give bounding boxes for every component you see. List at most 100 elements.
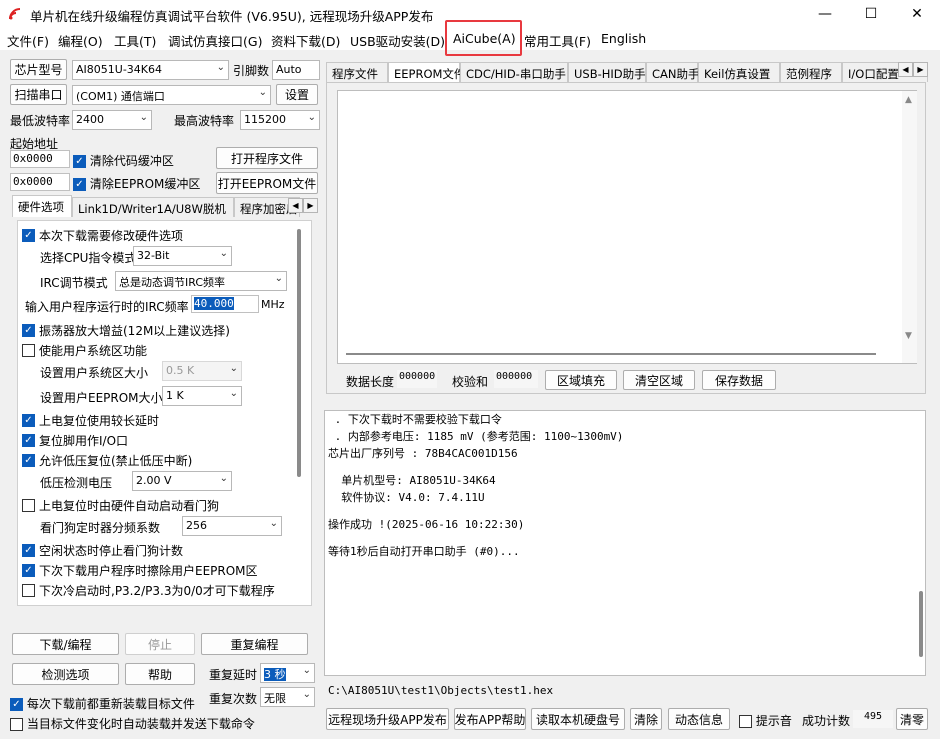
tab-examples[interactable]: 范例程序 <box>780 62 842 82</box>
publish-app-help-button[interactable]: 发布APP帮助 <box>454 708 526 730</box>
scroll-down-icon[interactable]: ▼ <box>905 331 912 341</box>
menu-file[interactable]: 文件(F) <box>7 31 49 50</box>
eeprom-vscroll[interactable]: ▲ ▼ <box>902 91 917 363</box>
tab-eeprom-file[interactable]: EEPROM文件 <box>388 62 465 82</box>
modify-hw-checkbox[interactable]: ✓ 本次下载需要修改硬件选项 <box>22 227 183 244</box>
long-delay-checkbox[interactable]: ✓ 上电复位使用较长延时 <box>22 412 159 429</box>
user-sys-checkbox[interactable]: 使能用户系统区功能 <box>22 342 147 359</box>
check-options-button[interactable]: 检测选项 <box>12 663 119 685</box>
menu-tools[interactable]: 工具(T) <box>114 31 156 50</box>
min-baud-label: 最低波特率 <box>10 114 71 128</box>
tab-scroll-right-icon[interactable]: ▶ <box>303 198 318 213</box>
menu-download[interactable]: 资料下载(D) <box>271 31 340 50</box>
checkbox-checked-icon: ✓ <box>73 178 86 191</box>
menu-debug[interactable]: 调试仿真接口(G) <box>168 31 262 50</box>
eeprom-size-select[interactable]: 1 K ⌄ <box>162 386 242 406</box>
port-settings-button[interactable]: 设置 <box>276 84 318 105</box>
beep-checkbox[interactable]: 提示音 <box>739 712 792 729</box>
minimize-icon[interactable]: — <box>802 0 848 28</box>
maximize-icon[interactable]: ☐ <box>848 0 894 28</box>
repeat-program-button[interactable]: 重复编程 <box>201 633 308 655</box>
reset-count-button[interactable]: 清零 <box>896 708 928 730</box>
code-address-input[interactable]: 0x0000 <box>10 150 70 168</box>
tab-offline-programmer[interactable]: Link1D/Writer1A/U8W脱机 <box>72 197 234 217</box>
repeat-count-select[interactable]: 无限 ⌄ <box>260 687 315 707</box>
user-sys-size-select[interactable]: 0.5 K ⌄ <box>162 361 242 381</box>
max-baud-value: 115200 <box>244 113 286 126</box>
osc-gain-checkbox[interactable]: ✓ 振荡器放大增益(12M以上建议选择) <box>22 322 230 339</box>
clear-log-button[interactable]: 清除 <box>630 708 662 730</box>
read-disk-id-button[interactable]: 读取本机硬盘号 <box>531 708 625 730</box>
cpu-mode-select[interactable]: 32-Bit ⌄ <box>133 246 232 266</box>
low-volt-reset-checkbox[interactable]: ✓ 允许低压复位(禁止低压中断) <box>22 452 192 469</box>
eeprom-data-area[interactable]: ▲ ▼ <box>337 90 917 364</box>
log-line: 单片机型号: AI8051U-34K64 <box>328 474 496 487</box>
wdt-idle-checkbox[interactable]: ✓ 空闲状态时停止看门狗计数 <box>22 542 183 559</box>
scroll-up-icon[interactable]: ▲ <box>905 95 912 105</box>
success-count-value: 495 <box>853 710 893 728</box>
clear-eeprom-checkbox[interactable]: ✓ 清除EEPROM缓冲区 <box>73 175 200 192</box>
publish-app-button[interactable]: 远程现场升级APP发布 <box>326 708 449 730</box>
clear-area-button[interactable]: 清空区域 <box>623 370 695 390</box>
checkbox-checked-icon: ✓ <box>22 324 35 337</box>
hw-panel-scrollbar[interactable] <box>297 229 301 477</box>
log-scrollbar[interactable] <box>919 591 923 657</box>
p32p33-label: 下次冷启动时,P3.2/P3.3为0/0才可下载程序 <box>39 584 275 598</box>
fill-area-button[interactable]: 区域填充 <box>545 370 617 390</box>
wdt-auto-label: 上电复位时由硬件自动启动看门狗 <box>39 499 220 513</box>
log-output[interactable]: . 下次下载时不需要校验下载口令 . 内部参考电压: 1185 mV (参考范围… <box>324 410 926 676</box>
wdt-div-select[interactable]: 256 ⌄ <box>182 516 282 536</box>
close-icon[interactable]: ✕ <box>894 0 940 28</box>
clear-code-checkbox[interactable]: ✓ 清除代码缓冲区 <box>73 152 174 169</box>
open-eeprom-file-button[interactable]: 打开EEPROM文件 <box>216 172 318 194</box>
p32p33-checkbox[interactable]: 下次冷启动时,P3.2/P3.3为0/0才可下载程序 <box>22 582 275 599</box>
menu-program[interactable]: 编程(O) <box>58 31 103 50</box>
repeat-delay-select[interactable]: 3 秒 ⌄ <box>260 663 315 683</box>
scan-port-button[interactable]: 扫描串口 <box>10 84 67 105</box>
irc-mode-select[interactable]: 总是动态调节IRC频率 ⌄ <box>115 271 287 291</box>
wdt-div-label: 看门狗定时器分频系数 <box>40 521 161 535</box>
beep-label: 提示音 <box>755 714 792 728</box>
eeprom-address-input[interactable]: 0x0000 <box>10 173 70 191</box>
reload-checkbox[interactable]: ✓ 每次下载前都重新装载目标文件 <box>10 695 195 712</box>
wdt-auto-checkbox[interactable]: 上电复位时由硬件自动启动看门狗 <box>22 497 219 514</box>
repeat-delay-value: 3 秒 <box>264 668 286 681</box>
low-volt-row: 低压检测电压 <box>40 474 112 491</box>
low-volt-select[interactable]: 2.00 V ⌄ <box>132 471 232 491</box>
clear-eeprom-label: 清除EEPROM缓冲区 <box>89 177 201 191</box>
open-program-file-button[interactable]: 打开程序文件 <box>216 147 318 169</box>
tab-cdc-serial[interactable]: CDC/HID-串口助手 <box>460 62 568 82</box>
tab-can[interactable]: CAN助手 <box>646 62 700 82</box>
irc-frequency-input[interactable]: 40.000 <box>191 295 259 313</box>
auto-send-checkbox[interactable]: 当目标文件变化时自动装载并发送下载命令 <box>10 715 255 732</box>
tab-scroll-left-icon[interactable]: ◀ <box>288 198 303 213</box>
left-tab-strip: 硬件选项 Link1D/Writer1A/U8W脱机 程序加密后 ◀ ▶ <box>12 195 320 219</box>
irc-freq-row: 输入用户程序运行时的IRC频率 <box>25 298 189 315</box>
user-sys-size-label: 设置用户系统区大小 <box>40 366 149 380</box>
menu-english[interactable]: English <box>601 31 646 46</box>
com-port-select[interactable]: (COM1) 通信端口 ⌄ <box>72 85 271 105</box>
max-baud-select[interactable]: 115200 ⌄ <box>240 110 320 130</box>
checksum-value: 000000 <box>494 370 538 388</box>
reset-io-checkbox[interactable]: ✓ 复位脚用作I/O口 <box>22 432 128 449</box>
tab-hardware-options[interactable]: 硬件选项 <box>12 195 72 217</box>
menu-common-tools[interactable]: 常用工具(F) <box>524 31 591 50</box>
save-data-button[interactable]: 保存数据 <box>702 370 776 390</box>
help-button[interactable]: 帮助 <box>125 663 195 685</box>
log-line: 芯片出厂序列号 : 78B4CAC001D156 <box>328 447 518 460</box>
chip-type-select[interactable]: AI8051U-34K64 ⌄ <box>72 60 229 80</box>
tab-keil-settings[interactable]: Keil仿真设置 <box>698 62 780 82</box>
menu-usb-driver[interactable]: USB驱动安装(D) <box>350 31 445 50</box>
tab-usb-hid[interactable]: USB-HID助手 <box>568 62 646 82</box>
right-tab-scroll-right-icon[interactable]: ▶ <box>913 62 928 77</box>
right-tab-strip: 程序文件 EEPROM文件 CDC/HID-串口助手 USB-HID助手 CAN… <box>326 62 928 82</box>
download-program-button[interactable]: 下载/编程 <box>12 633 119 655</box>
erase-eeprom-checkbox[interactable]: ✓ 下次下载用户程序时擦除用户EEPROM区 <box>22 562 258 579</box>
stop-button[interactable]: 停止 <box>125 633 195 655</box>
pin-count-select[interactable]: Auto <box>272 60 320 80</box>
tab-program-file[interactable]: 程序文件 <box>326 62 388 82</box>
right-tab-scroll-left-icon[interactable]: ◀ <box>898 62 913 77</box>
eeprom-hscroll[interactable] <box>346 353 876 355</box>
min-baud-select[interactable]: 2400 ⌄ <box>72 110 152 130</box>
dynamic-info-button[interactable]: 动态信息 <box>668 708 730 730</box>
